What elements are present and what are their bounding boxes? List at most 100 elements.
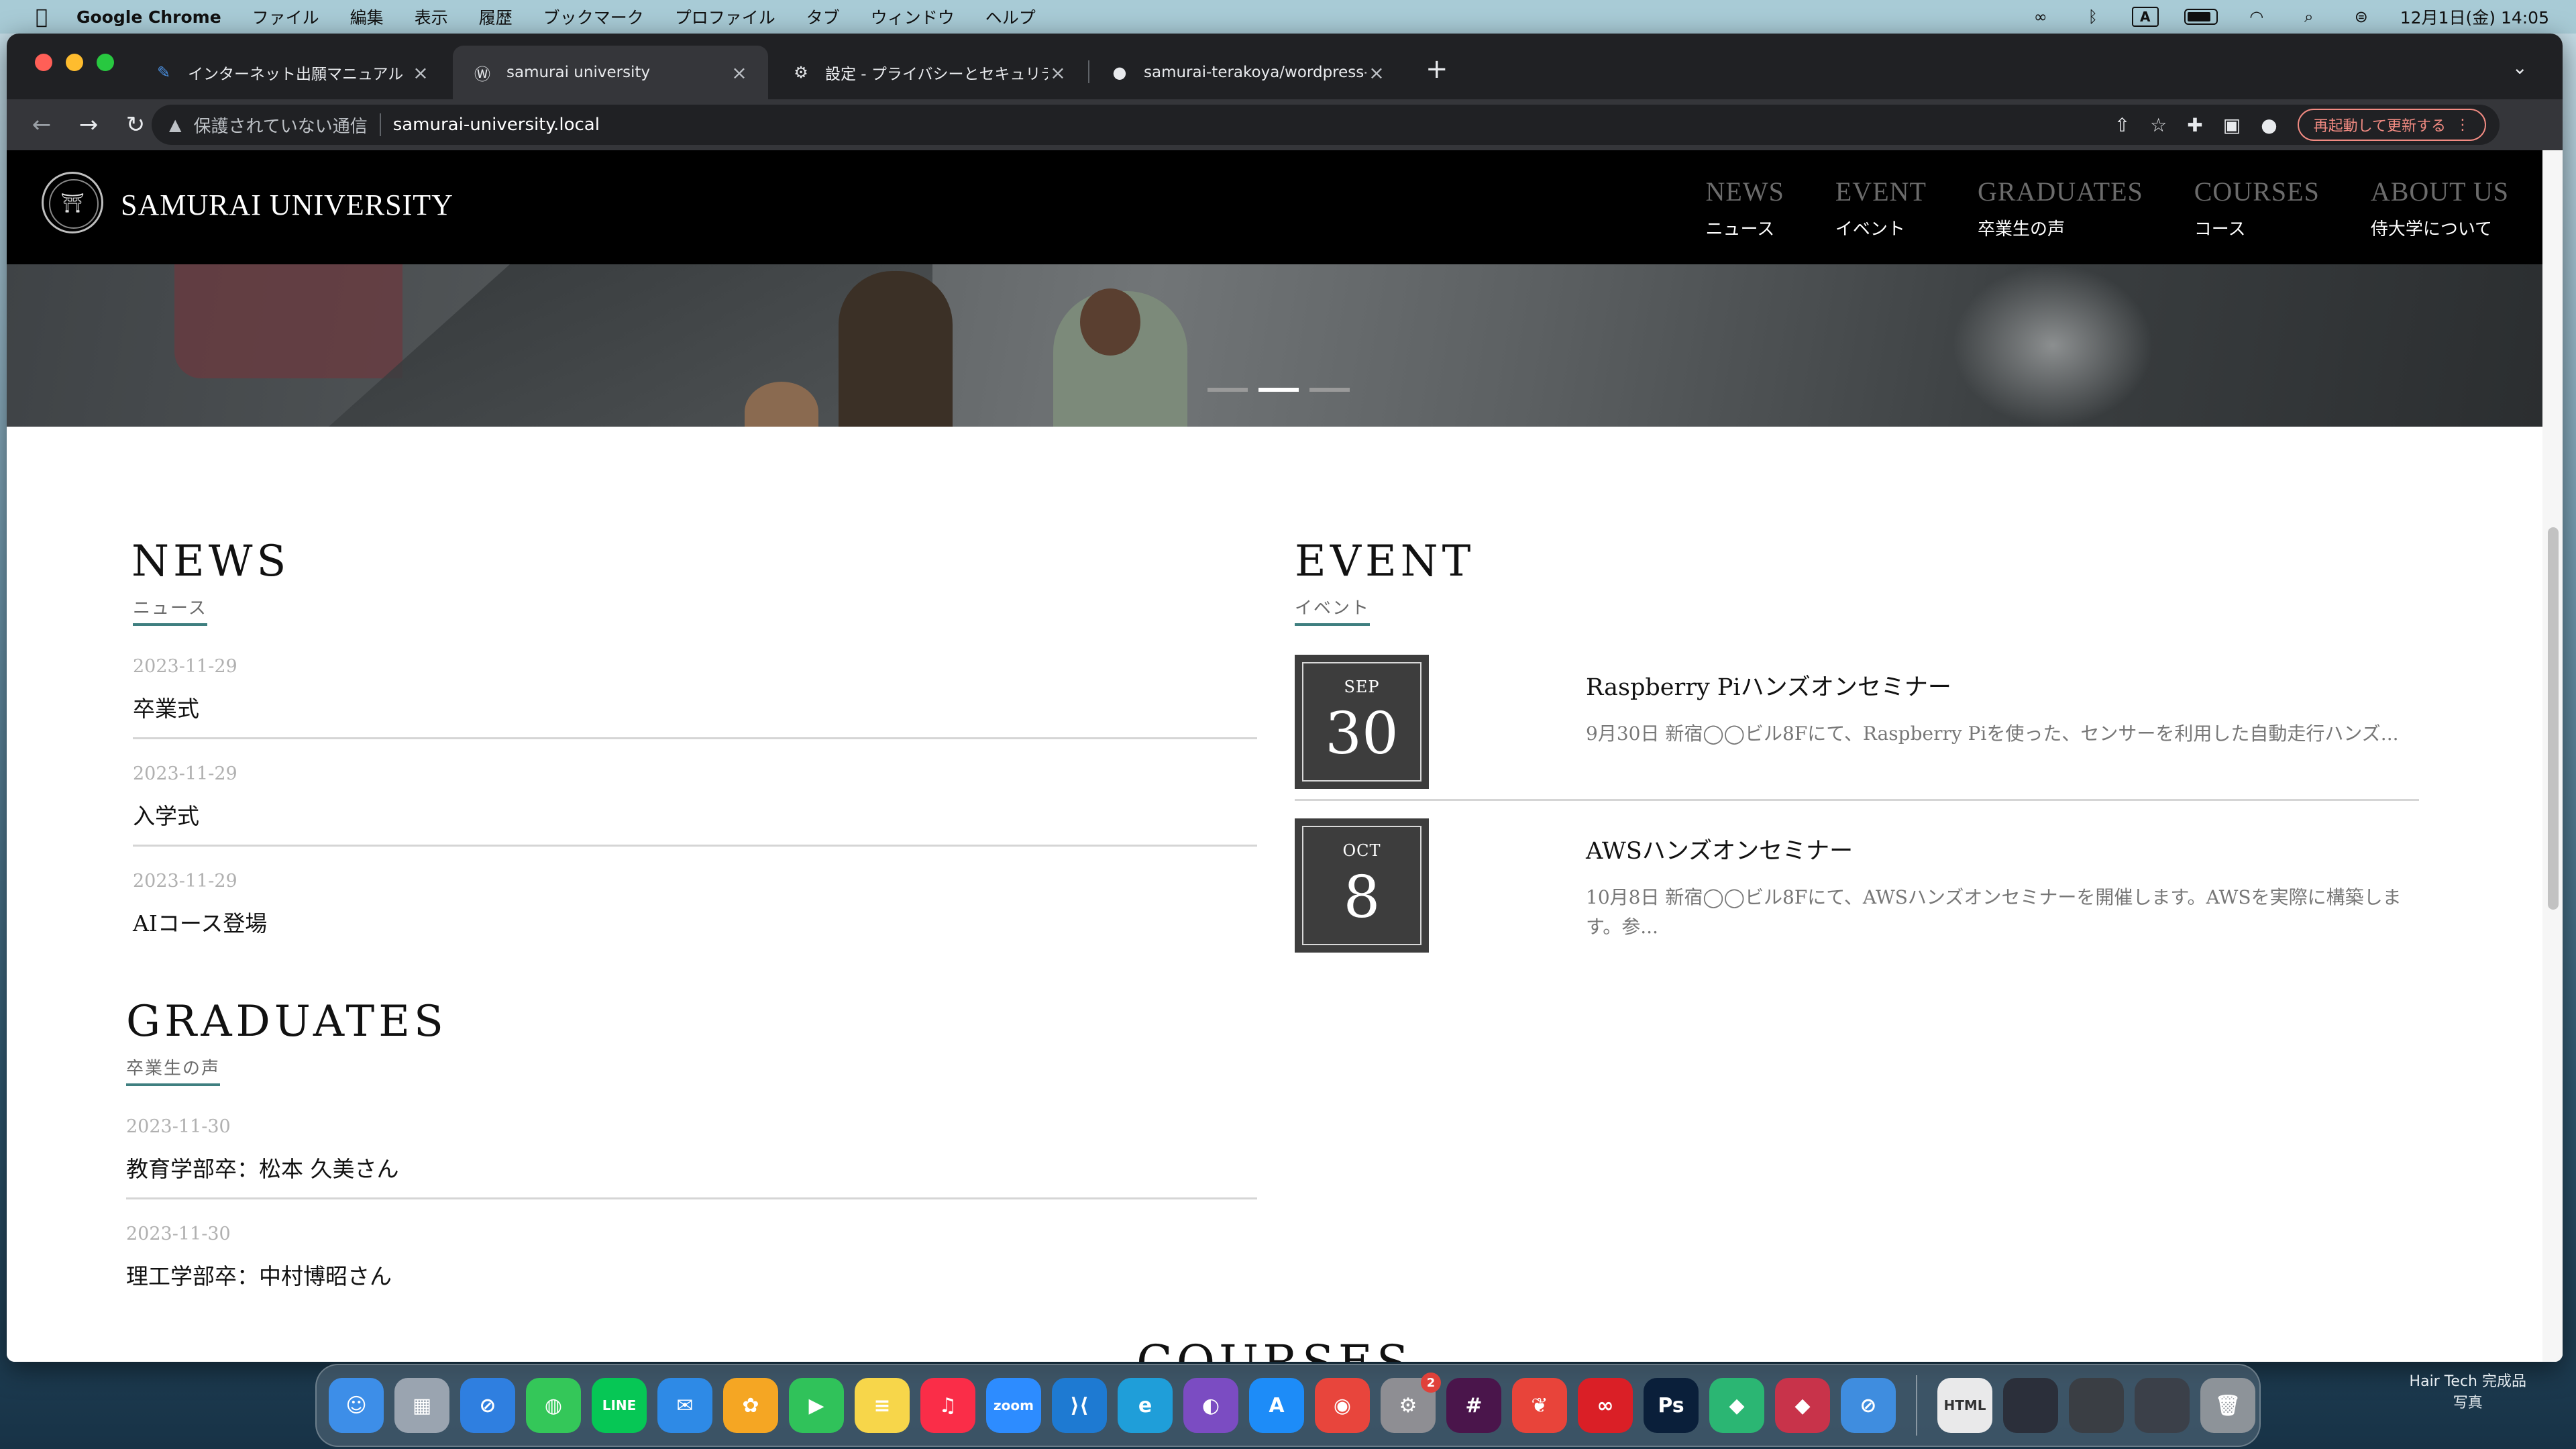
site-title[interactable]: SAMURAI UNIVERSITY [121,188,453,222]
dock-screenshot-3-icon[interactable] [2135,1378,2190,1433]
dock-messages-icon[interactable]: ◍ [526,1378,581,1433]
menu-item-edit[interactable]: 編集 [350,5,384,29]
menu-item-history[interactable]: 履歴 [479,5,513,29]
menu-item-profiles[interactable]: プロファイル [675,5,775,29]
hero-slider[interactable] [7,264,2542,427]
slider-dot-active[interactable] [1258,388,1299,392]
dock-safari-alt-icon[interactable]: ⊘ [1841,1378,1896,1433]
wifi-icon[interactable]: ◠ [2243,7,2270,27]
dock-app-store-icon[interactable]: A [1249,1378,1304,1433]
new-tab-button[interactable]: + [1426,54,1448,85]
apple-icon[interactable]:  [27,5,56,29]
tab-close-icon[interactable]: × [411,62,431,84]
slider-dot[interactable] [1208,388,1248,392]
tab-settings[interactable]: ⚙ 設定 - プライバシーとセキュリテ × [771,46,1087,99]
tab-github[interactable]: ● samurai-terakoya/wordpress- × [1090,46,1405,99]
event-title[interactable]: AWSハンズオンセミナー [1586,832,1853,866]
page-scrollbar[interactable] [2542,150,2563,1362]
dock-safari-icon[interactable]: ⊘ [460,1378,515,1433]
tab-close-icon[interactable]: × [729,62,749,84]
share-icon[interactable]: ⇧ [2114,114,2130,136]
menu-item-view[interactable]: 表示 [415,5,448,29]
news-post[interactable]: 2023-11-29 卒業式 [133,656,1257,739]
post-title[interactable]: 教育学部卒：松本 久美さん [126,1151,399,1183]
insecure-label[interactable]: 保護されていない通信 [193,113,367,138]
dock-mamp-icon[interactable]: ◆ [1709,1378,1764,1433]
event-title[interactable]: Raspberry Piハンズオンセミナー [1586,668,1951,702]
nav-event[interactable]: EVENT イベント [1835,176,1927,240]
menu-item-file[interactable]: ファイル [252,5,319,29]
post-title[interactable]: 理工学部卒：中村博昭さん [126,1258,392,1291]
dock-slack-icon[interactable]: # [1446,1378,1501,1433]
nav-graduates[interactable]: GRADUATES 卒業生の声 [1978,176,2143,240]
tab-close-icon[interactable]: × [1366,62,1387,84]
dock-creative-cloud-icon[interactable]: ∞ [1578,1378,1633,1433]
event-item[interactable]: OCT 8 AWSハンズオンセミナー 10月8日 新宿◯◯ビル8Fにて、AWSハ… [1295,818,2419,965]
dock-scrapbox-icon[interactable]: ❦ [1512,1378,1567,1433]
dock-edge-icon[interactable]: e [1118,1378,1173,1433]
nav-about-us[interactable]: ABOUT US 侍大学について [2371,176,2509,240]
dock-github-desktop-icon[interactable]: ◐ [1183,1378,1238,1433]
dock-html-file-icon[interactable]: HTML [1937,1378,1992,1433]
slider-dot[interactable] [1309,388,1350,392]
event-item[interactable]: SEP 30 Raspberry Piハンズオンセミナー 9月30日 新宿◯◯ビ… [1295,655,2419,801]
battery-icon[interactable] [2184,9,2218,25]
minimize-window-button[interactable] [66,54,83,71]
dock-cursor-icon[interactable]: ◆ [1775,1378,1830,1433]
scrollbar-thumb[interactable] [2548,527,2559,910]
dock-vscode-icon[interactable]: ⟩⟨ [1052,1378,1107,1433]
menu-item-tab[interactable]: タブ [806,5,840,29]
post-title[interactable]: 卒業式 [133,691,199,723]
menu-item-bookmarks[interactable]: ブックマーク [543,5,644,29]
dock-trash-icon[interactable]: 🗑 [2200,1378,2255,1433]
menu-app-name[interactable]: Google Chrome [76,7,221,27]
graduate-post[interactable]: 2023-11-30 理工学部卒：中村博昭さん [126,1224,1250,1307]
dock-chrome-icon[interactable]: ◉ [1315,1378,1370,1433]
dock-zoom-icon[interactable]: zoom [986,1378,1041,1433]
tab-samurai-university[interactable]: Ⓦ samurai university × [453,46,768,99]
extensions-puzzle-icon[interactable]: ✚ [2187,114,2202,136]
tab-close-icon[interactable]: × [1048,62,1068,84]
desktop-file-label[interactable]: Hair Tech 完成品 写真 [2410,1371,2526,1414]
graduate-post[interactable]: 2023-11-30 教育学部卒：松本 久美さん [126,1116,1257,1199]
url-text[interactable]: samurai-university.local [393,115,600,135]
university-emblem-logo[interactable]: ⛩ [42,172,103,233]
tab-search-chevron-icon[interactable]: ⌄ [2512,56,2528,78]
dock-launchpad-icon[interactable]: ▦ [394,1378,449,1433]
zoom-window-button[interactable] [97,54,114,71]
post-title[interactable]: 入学式 [133,798,199,830]
dock-screenshot-1-icon[interactable] [2003,1378,2058,1433]
dock-facetime-icon[interactable]: ▶ [789,1378,844,1433]
dock-system-settings-icon[interactable]: ⚙ 2 [1381,1373,1441,1433]
dock-finder-icon[interactable]: ☺ [329,1378,384,1433]
address-bar[interactable]: ▲ 保護されていない通信 samurai-university.local ⇧ … [152,105,2500,145]
profile-avatar-icon[interactable]: ● [2261,114,2277,136]
menu-item-help[interactable]: ヘルプ [985,5,1036,29]
nav-courses[interactable]: COURSES コース [2194,176,2320,240]
bookmark-star-icon[interactable]: ☆ [2150,114,2167,136]
news-post[interactable]: 2023-11-29 入学式 [133,763,1257,847]
input-method-icon[interactable]: A [2131,7,2159,27]
dock-line-icon[interactable]: LINE [592,1378,647,1433]
relaunch-update-button[interactable]: 再起動して更新する ⋮ [2297,109,2486,141]
nav-news[interactable]: NEWS ニュース [1706,176,1784,240]
menu-item-window[interactable]: ウィンドウ [871,5,955,29]
dock-notes-icon[interactable]: ≡ [855,1378,910,1433]
creative-cloud-icon[interactable]: ∞ [2027,7,2054,27]
news-post[interactable]: 2023-11-29 AIコース登場 [133,871,1257,954]
menu-clock[interactable]: 12月1日(金) 14:05 [2400,5,2549,29]
dock-music-icon[interactable]: ♫ [920,1378,975,1433]
dock-photos-icon[interactable]: ✿ [723,1378,778,1433]
dock-mail-icon[interactable]: ✉ [657,1378,712,1433]
control-center-icon[interactable]: ⊜ [2348,7,2375,27]
back-arrow-icon[interactable]: ← [20,103,63,146]
reload-icon[interactable]: ↻ [114,103,157,146]
close-window-button[interactable] [35,54,52,71]
dock-photoshop-icon[interactable]: Ps [1644,1378,1699,1433]
post-title[interactable]: AIコース登場 [133,906,267,938]
tab-manual[interactable]: ✎ インターネット出願マニュアル × [134,46,449,99]
forward-arrow-icon[interactable]: → [67,103,110,146]
spotlight-icon[interactable]: ⌕ [2296,7,2322,27]
dock-screenshot-2-icon[interactable] [2069,1378,2124,1433]
warning-icon[interactable]: ▲ [169,115,181,134]
